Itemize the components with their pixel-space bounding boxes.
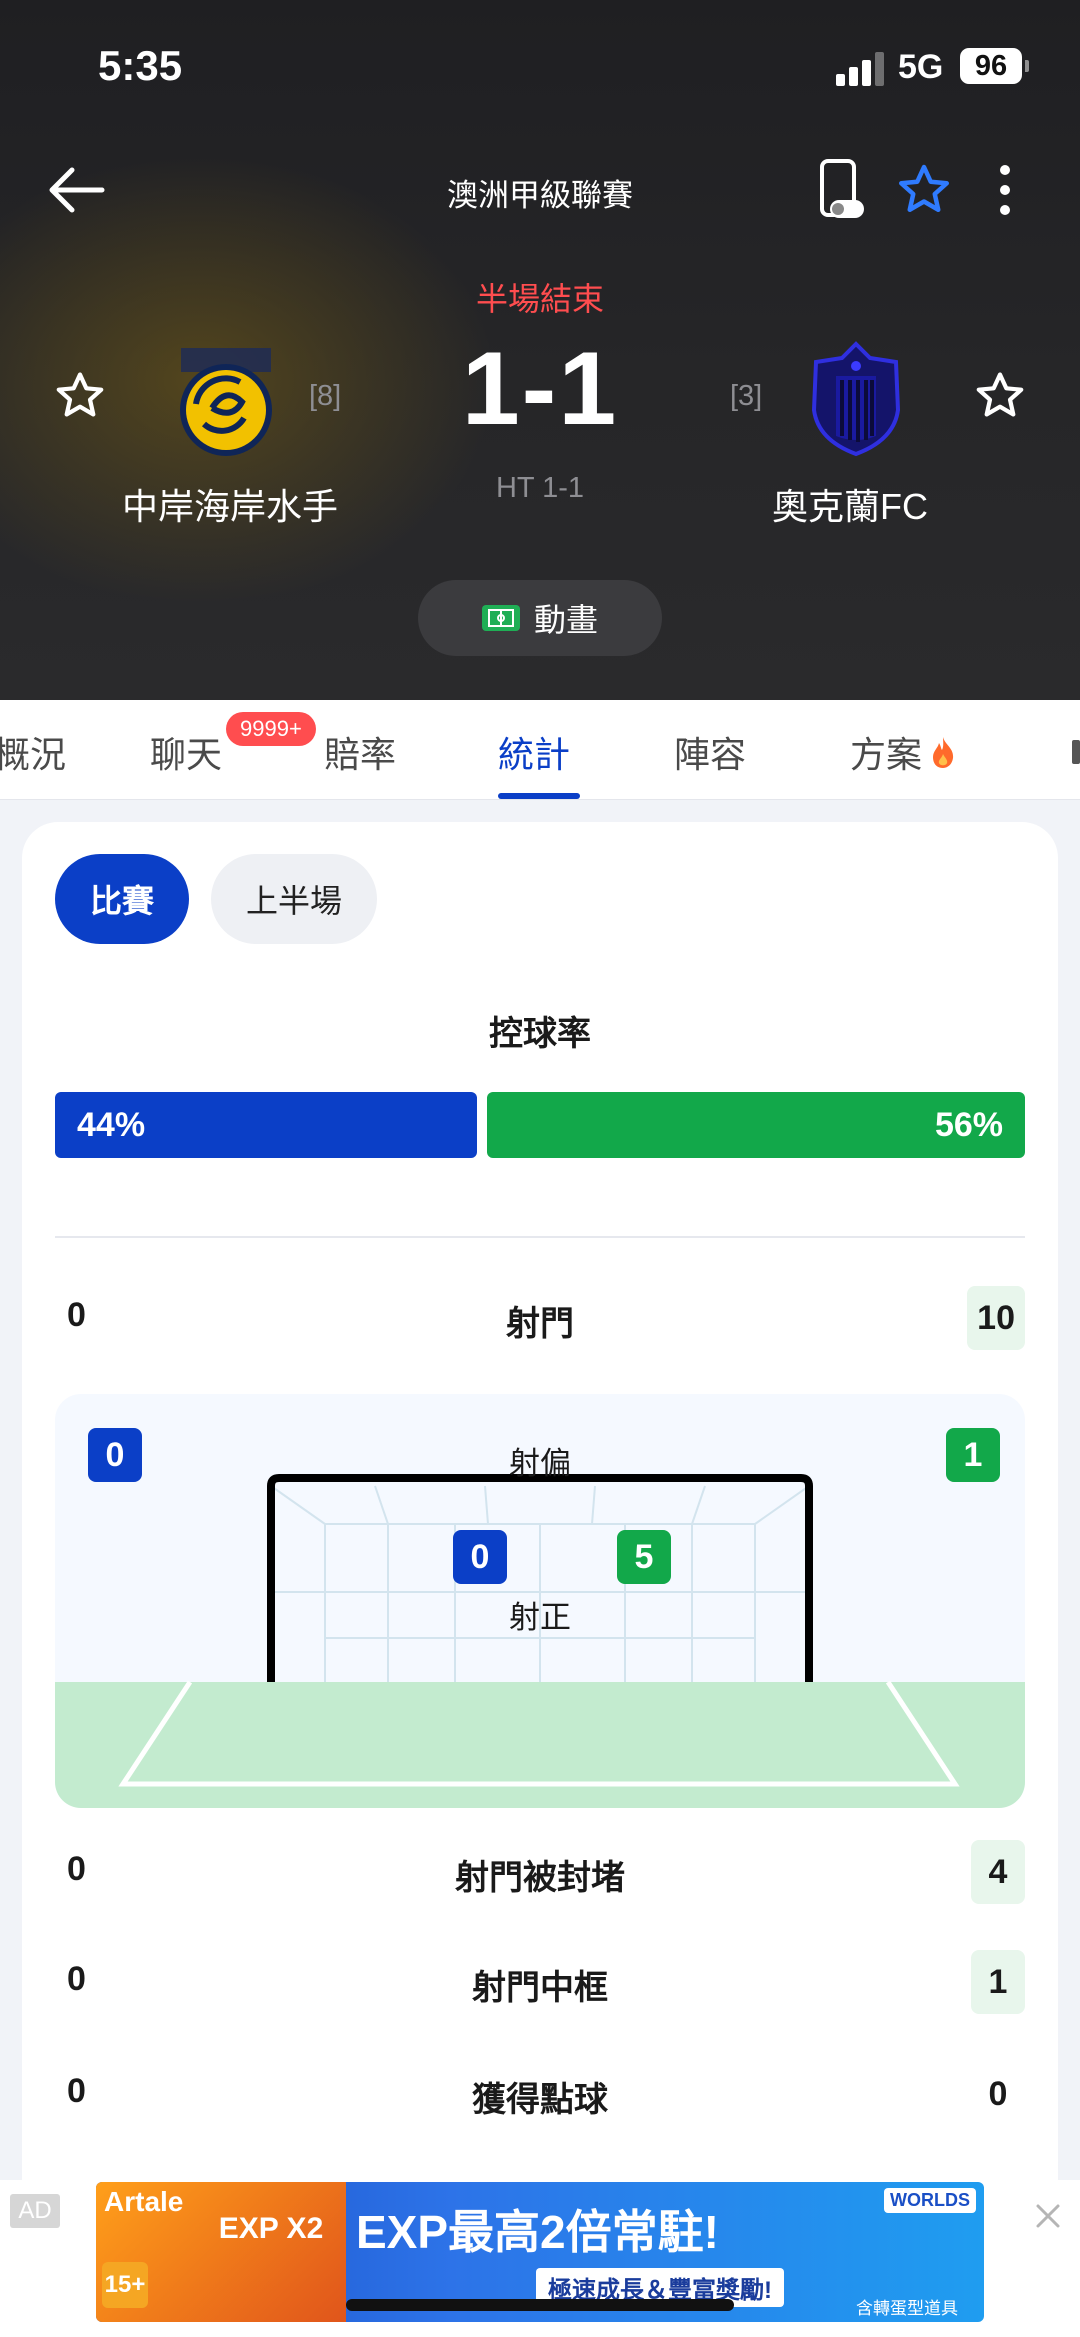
stats-card: 比賽 上半場 控球率 44% 56% 0 射門 10 0 射偏 1 0 5 射正… [22, 822, 1058, 2222]
animation-label: 動畫 [533, 602, 598, 638]
match-header: 5:35 5G 96 澳洲甲級聯賽 半場結束 1-1 HT 1-1 [8] 中岸… [0, 0, 1080, 700]
age-rating-badge: 15+ [102, 2262, 148, 2308]
on-target-home-value: 0 [453, 1530, 507, 1584]
status-time: 5:35 [98, 42, 183, 89]
league-title: 澳洲甲級聯賽 [447, 178, 633, 213]
stat-row-penalties: 0 獲得點球 0 [55, 2062, 1025, 2126]
tab-tips-label: 方案 [850, 734, 923, 775]
battery-tip [1025, 60, 1029, 72]
tab-bar: 概況 聊天 9999+ 賠率 統計 陣容 方案 [0, 700, 1080, 800]
star-outline-icon [899, 164, 949, 212]
away-team-name[interactable]: 奧克蘭FC [700, 478, 1000, 530]
match-status: 半場結束 [475, 281, 604, 317]
animation-button[interactable]: 動畫 [418, 580, 662, 656]
blocked-label: 射門被封堵 [455, 1859, 625, 1897]
star-outline-icon [56, 372, 104, 417]
star-outline-icon [976, 372, 1024, 417]
possession-home-bar: 44% [55, 1092, 477, 1158]
tab-lineup[interactable]: 陣容 [674, 726, 746, 778]
follow-home-team-button[interactable] [52, 368, 108, 424]
on-target-label: 射正 [509, 1600, 571, 1635]
more-options-button[interactable] [990, 160, 1020, 220]
divider [55, 1236, 1025, 1238]
tab-tips[interactable]: 方案 [850, 726, 958, 778]
home-team-rank: [8] [309, 380, 342, 412]
phone-toggle-icon [820, 159, 864, 218]
possession-away-bar: 56% [487, 1092, 1025, 1158]
back-button[interactable] [44, 160, 108, 220]
shots-label: 射門 [506, 1305, 574, 1343]
home-indicator [346, 2299, 734, 2311]
fire-icon [933, 737, 954, 768]
on-target-away-value: 5 [617, 1530, 671, 1584]
mariners-crest-icon [180, 348, 272, 456]
ad-world-logo: WORLDS [884, 2188, 976, 2213]
away-team-logo[interactable] [806, 340, 906, 458]
stat-row-shots: 0 射門 10 [55, 1286, 1025, 1350]
tab-stats[interactable]: 統計 [498, 726, 570, 778]
tab-overflow-hint [1072, 740, 1080, 764]
penalties-label: 獲得點球 [472, 2081, 608, 2119]
tab-chat[interactable]: 聊天 [150, 726, 222, 778]
off-target-label: 射偏 [509, 1446, 571, 1481]
ad-exp-badge: EXP X2 [218, 2212, 324, 2245]
off-target-away-value: 1 [946, 1428, 1000, 1482]
ad-headline: EXP最高2倍常駐! [356, 2206, 719, 2258]
arrow-left-icon [49, 167, 105, 213]
close-icon [1036, 2204, 1060, 2228]
ad-banner-area: AD Artale 15+ EXP X2 EXP最高2倍常駐! 極速成長＆豐富獎… [0, 2180, 1080, 2337]
more-vertical-icon [1000, 165, 1010, 215]
chat-count-badge: 9999+ [226, 712, 316, 746]
segment-full-match[interactable]: 比賽 [55, 854, 189, 944]
segment-first-half[interactable]: 上半場 [211, 854, 377, 944]
status-bar: 5:35 5G 96 [0, 0, 1080, 130]
tab-overview[interactable]: 概況 [0, 726, 66, 778]
shots-away-value: 10 [967, 1286, 1025, 1350]
stat-row-woodwork: 0 射門中框 1 [55, 1950, 1025, 2014]
active-tab-indicator [498, 793, 580, 799]
shot-map: 0 射偏 1 0 5 射正 [55, 1394, 1025, 1808]
blocked-away-value: 4 [971, 1840, 1025, 1904]
tab-odds[interactable]: 賠率 [324, 726, 396, 778]
signal-icon [836, 52, 886, 86]
possession-title: 控球率 [489, 1015, 591, 1053]
woodwork-label: 射門中框 [472, 1969, 608, 2007]
pitch-icon [481, 605, 520, 631]
ad-footer: 含轉蛋型道具 [856, 2299, 958, 2318]
away-team-rank: [3] [730, 380, 763, 412]
stat-row-blocked: 0 射門被封堵 4 [55, 1840, 1025, 1904]
ad-brand: Artale [104, 2186, 184, 2217]
home-team-logo[interactable] [176, 348, 276, 458]
penalties-away-value: 0 [988, 2075, 1008, 2113]
network-type: 5G [898, 48, 944, 86]
home-team-name[interactable]: 中岸海岸水手 [80, 478, 380, 530]
ad-close-button[interactable] [1030, 2198, 1066, 2234]
follow-match-button[interactable] [894, 160, 954, 220]
halftime-score: HT 1-1 [495, 472, 585, 504]
screen-toggle-button[interactable] [816, 158, 866, 222]
battery-icon: 96 [960, 48, 1022, 84]
ad-tag: AD [10, 2194, 60, 2228]
follow-away-team-button[interactable] [972, 368, 1028, 424]
auckland-crest-icon [811, 341, 901, 457]
scoreline: 1-1 [461, 331, 619, 447]
woodwork-away-value: 1 [971, 1950, 1025, 2014]
